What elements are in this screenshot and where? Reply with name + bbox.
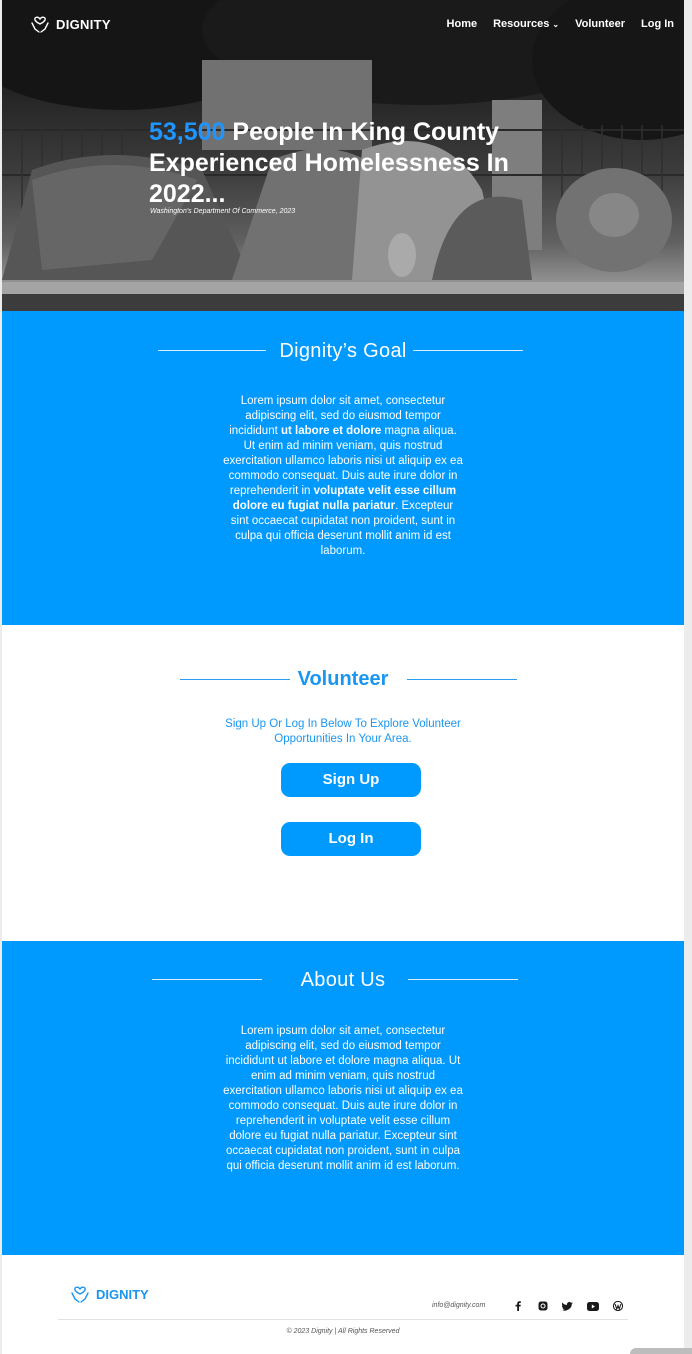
about-text: Lorem ipsum dolor sit amet, consectetur … [2,1024,684,1174]
nav-home-label: Home [446,18,478,30]
footer-brand-name: DIGNITY [96,1286,149,1302]
heart-hands-icon [71,1286,89,1303]
about-text-body: Lorem ipsum dolor sit amet, consectetur … [223,1025,463,1172]
wordpress-icon[interactable] [609,1300,626,1312]
brand-logo[interactable]: DIGNITY [30,14,111,34]
brand-name: DIGNITY [56,16,111,32]
social-links [509,1300,626,1312]
nav-resources-label: Resources [493,18,550,30]
heart-hands-icon [31,16,49,33]
youtube-icon[interactable] [584,1300,601,1312]
goal-rule-right [413,350,523,351]
footer-divider [58,1319,628,1320]
nav-login-label: Log In [641,18,674,30]
top-nav: DIGNITY Home Resources ⌄ Volunteer Log In [2,0,684,50]
volunteer-title: Volunteer [297,668,389,690]
instagram-icon[interactable] [534,1300,551,1312]
footer-brand-logo[interactable]: DIGNITY [70,1284,149,1304]
hero-section: DIGNITY Home Resources ⌄ Volunteer Log In… [2,0,684,311]
volunteer-subtitle: Sign Up Or Log In Below To Explore Volun… [2,717,684,747]
goal-bold-1: ut labore et dolore [281,425,382,437]
nav-volunteer-label: Volunteer [575,18,625,30]
nav-login[interactable]: Log In [641,18,674,30]
nav-resources[interactable]: Resources ⌄ [493,18,559,30]
about-rule-right [408,979,518,980]
footer-copyright: © 2023 Dignity | All Rights Reserved [286,1328,400,1335]
goal-title: Dignity’s Goal [279,340,407,362]
chevron-down-icon: ⌄ [552,19,560,29]
volunteer-rule-right [407,679,517,680]
browser-corner [630,1348,692,1354]
facebook-icon[interactable] [509,1300,526,1312]
hero-headline-number: 53,500 [149,118,226,146]
about-section: About Us Lorem ipsum dolor sit amet, con… [2,941,684,1255]
twitter-icon[interactable] [559,1300,576,1312]
hero-headline: 53,500 People In King County Experienced… [149,117,549,210]
page: DIGNITY Home Resources ⌄ Volunteer Log In… [2,0,684,1354]
hero-source: Washington's Department Of Commerce, 202… [150,208,296,215]
log-in-button[interactable]: Log In [281,822,421,856]
nav-home[interactable]: Home [447,18,478,30]
goal-section: Dignity’s Goal Lorem ipsum dolor sit ame… [2,311,684,625]
volunteer-subtitle-text: Sign Up Or Log In Below To Explore Volun… [225,718,461,745]
goal-text: Lorem ipsum dolor sit amet, consectetur … [2,394,684,559]
about-title: About Us [300,969,386,991]
footer-email[interactable]: info@dignity.com [432,1302,485,1309]
sign-up-button[interactable]: Sign Up [281,763,421,797]
nav-volunteer[interactable]: Volunteer [575,18,625,30]
nav-links: Home Resources ⌄ Volunteer Log In [431,18,674,30]
